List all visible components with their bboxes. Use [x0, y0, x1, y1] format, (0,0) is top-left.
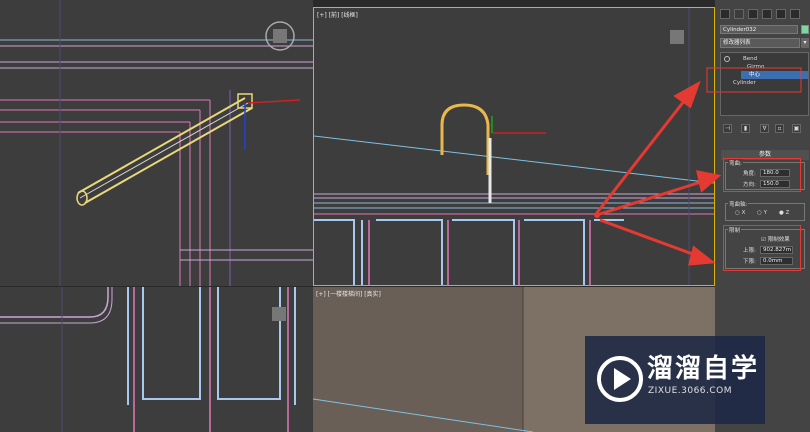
play-logo-icon: [597, 356, 643, 402]
watermark-title: 溜溜自学: [647, 354, 760, 384]
annotation-arrows: [594, 80, 722, 266]
watermark-subtitle: ZIXUE.3066.COM: [648, 386, 733, 396]
center-item-highlight: [706, 67, 802, 93]
watermark: 溜溜自学 ZIXUE.3066.COM: [585, 336, 765, 424]
